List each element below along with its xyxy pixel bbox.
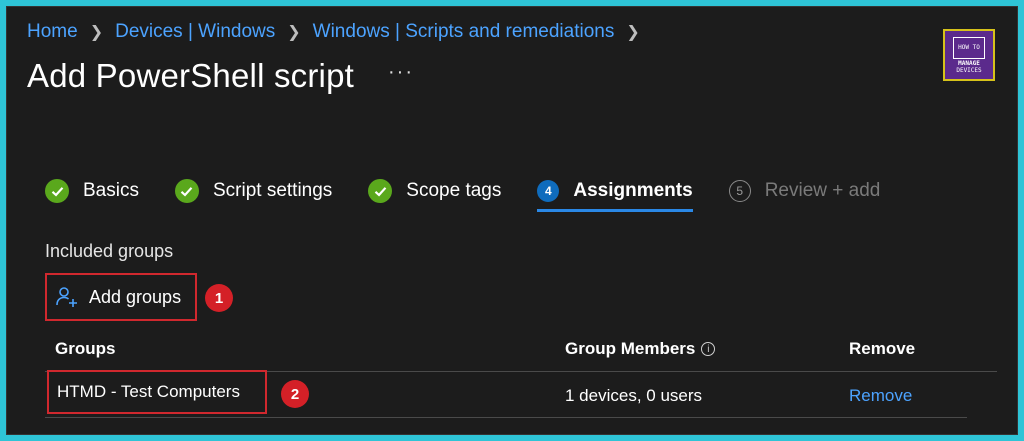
- groups-table-header: Groups Group Members i Remove: [45, 327, 997, 372]
- step-review-add[interactable]: 5 Review + add: [728, 180, 881, 212]
- add-groups-button[interactable]: Add groups: [45, 273, 197, 321]
- breadcrumb-scripts-remediations[interactable]: Windows | Scripts and remediations: [313, 21, 615, 43]
- chevron-right-icon: ❯: [89, 24, 104, 41]
- checkmark-icon: [45, 179, 69, 203]
- step-label: Basics: [83, 180, 139, 201]
- chevron-right-icon: ❯: [626, 24, 640, 41]
- group-name: HTMD - Test Computers: [57, 382, 240, 401]
- included-groups-label: Included groups: [45, 241, 174, 261]
- breadcrumb-devices-windows[interactable]: Devices | Windows: [115, 21, 275, 43]
- page-title: Add PowerShell script: [27, 57, 355, 94]
- htmd-logo: HOW TO MANAGE DEVICES: [943, 29, 995, 81]
- step-basics[interactable]: Basics: [45, 179, 139, 213]
- step-scope-tags[interactable]: Scope tags: [368, 179, 501, 213]
- house-logo-icon: HOW TO: [953, 36, 985, 59]
- step-label: Scope tags: [406, 180, 502, 201]
- group-name-cell: HTMD - Test Computers: [47, 370, 267, 414]
- remove-link[interactable]: Remove: [849, 386, 912, 406]
- breadcrumb-home[interactable]: Home: [27, 21, 78, 43]
- title-row: Add PowerShell script ···: [27, 57, 414, 95]
- table-row: HTMD - Test Computers 1 devices, 0 users…: [45, 370, 967, 418]
- checkmark-icon: [174, 179, 199, 203]
- step-label: Assignments: [573, 180, 693, 201]
- step-label: Script settings: [212, 180, 333, 201]
- add-groups-label: Add groups: [89, 286, 182, 307]
- column-header-remove: Remove: [849, 339, 916, 358]
- wizard-steps: Basics Script settings Scope tags 4 Assi…: [45, 179, 880, 213]
- step-number-badge: 5: [728, 180, 751, 202]
- callout-badge-2: 2: [281, 380, 309, 408]
- checkmark-icon: [368, 179, 393, 203]
- step-number-badge: 4: [537, 180, 560, 202]
- add-person-icon: [56, 287, 77, 307]
- callout-badge-1: 1: [205, 284, 233, 312]
- breadcrumb: Home ❯ Devices | Windows ❯ Windows | Scr…: [27, 21, 640, 43]
- info-icon[interactable]: i: [701, 342, 716, 356]
- column-header-groups: Groups: [55, 339, 116, 358]
- group-members-value: 1 devices, 0 users: [565, 386, 703, 405]
- step-label: Review + add: [764, 180, 881, 201]
- more-options-icon[interactable]: ···: [388, 61, 414, 84]
- column-header-group-members: Group Members i: [565, 339, 716, 359]
- app-frame: Home ❯ Devices | Windows ❯ Windows | Scr…: [6, 6, 1018, 435]
- step-assignments[interactable]: 4 Assignments: [537, 180, 694, 212]
- chevron-right-icon: ❯: [287, 24, 301, 41]
- step-script-settings[interactable]: Script settings: [174, 179, 333, 213]
